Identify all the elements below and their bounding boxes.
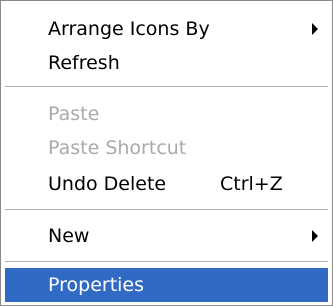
desktop-context-menu: Arrange Icons By Refresh Paste Paste Sho… <box>0 0 333 306</box>
menu-item-label: Arrange Icons By <box>48 18 210 40</box>
menu-item-label: New <box>48 225 90 247</box>
menu-item-label: Paste Shortcut <box>48 137 187 159</box>
menu-separator <box>5 261 328 262</box>
menu-separator <box>5 209 328 210</box>
menu-item-label: Properties <box>48 274 145 296</box>
submenu-arrow-icon <box>312 230 318 242</box>
menu-item-label: Paste <box>48 103 100 125</box>
menu-item-arrange-icons-by[interactable]: Arrange Icons By <box>5 12 328 46</box>
menu-item-properties[interactable]: Properties <box>5 268 328 302</box>
menu-item-undo-delete[interactable]: Undo Delete Ctrl+Z <box>5 167 328 201</box>
menu-item-paste: Paste <box>5 97 328 131</box>
menu-item-label: Refresh <box>48 52 120 74</box>
submenu-arrow-icon <box>312 23 318 35</box>
menu-item-refresh[interactable]: Refresh <box>5 46 328 80</box>
menu-separator <box>5 86 328 87</box>
menu-item-label: Undo Delete <box>48 173 167 195</box>
menu-item-shortcut: Ctrl+Z <box>220 173 283 195</box>
menu-item-new[interactable]: New <box>5 219 328 253</box>
menu-item-paste-shortcut: Paste Shortcut <box>5 131 328 165</box>
